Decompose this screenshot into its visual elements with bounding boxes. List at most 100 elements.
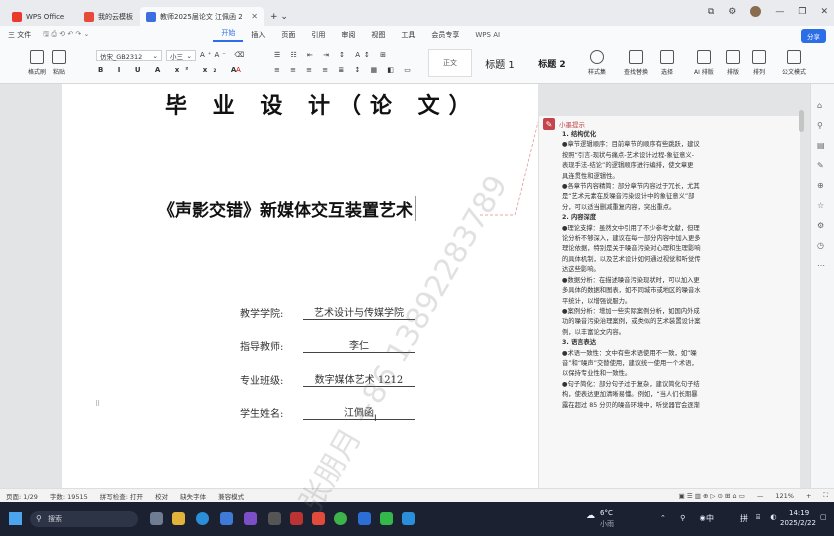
font-color-icon[interactable]: A — [236, 66, 241, 74]
font-size-grow-shrink[interactable]: A⁺A⁻ ⌫ — [200, 51, 247, 59]
sidebar-tool-icons[interactable]: ⌂ ⚲ ▤ ✎ ⊕ ☆ ⚙ ◷ ⋯ — [817, 96, 825, 276]
list-buttons[interactable]: ☰ ☷ ⇤ ⇥ ↕ A↕ ⊞ — [274, 51, 390, 59]
field-value-student[interactable]: 江佩函 — [303, 404, 415, 420]
tray-icons[interactable]: ⌃ ⚲ ◉ — [660, 514, 712, 522]
search-icon — [629, 50, 643, 64]
cursor-icon — [660, 50, 674, 64]
wps-taskbar-icon[interactable] — [312, 512, 325, 525]
proofread-button[interactable]: 校对 — [149, 491, 174, 501]
select-button[interactable]: 选择 — [660, 50, 674, 76]
edge-icon[interactable] — [196, 512, 209, 525]
chrome-icon[interactable] — [334, 512, 347, 525]
menu-item-tools[interactable]: 工具 — [393, 30, 423, 40]
vertical-scrollbar[interactable] — [799, 110, 804, 132]
page-indicator[interactable]: 页面: 1/29 — [0, 491, 44, 501]
style-heading-1[interactable]: 标题 1 — [476, 49, 524, 77]
menu-item-view[interactable]: 视图 — [363, 30, 393, 40]
clock-time[interactable]: 14:19 — [789, 509, 809, 517]
zoom-out-button[interactable]: — — [751, 492, 770, 500]
font-name-select[interactable]: 仿宋_GB2312 ⌄ — [96, 50, 162, 61]
writer-doc-icon — [146, 11, 156, 22]
menu-item-review[interactable]: 审阅 — [333, 30, 363, 40]
zoom-in-button[interactable]: + — [800, 492, 817, 500]
spell-check-status[interactable]: 拼写检查: 打开 — [94, 491, 149, 501]
tab-wps-office[interactable]: WPS Office — [6, 7, 70, 26]
close-tab-icon[interactable]: ✕ — [251, 12, 258, 21]
comment-line: ●各章节内容精简：部分章节内容过于冗长，尤其 — [562, 183, 700, 191]
windows-start-icon[interactable] — [9, 512, 22, 525]
missing-font-button[interactable]: 缺失字体 — [174, 491, 212, 501]
app-icon-2[interactable] — [268, 512, 281, 525]
taskbar-search[interactable]: ⚲ 搜索 — [30, 511, 138, 527]
ime-indicator[interactable]: 中 — [706, 513, 714, 524]
file-menu[interactable]: 三 文件 — [0, 30, 39, 40]
notification-icon[interactable]: ▢ — [820, 513, 827, 521]
menu-item-references[interactable]: 引用 — [303, 30, 333, 40]
app-icon-3[interactable] — [290, 512, 303, 525]
find-replace-button[interactable]: 查找替换 — [624, 50, 648, 76]
app-icon-5[interactable] — [402, 512, 415, 525]
view-mode-icons[interactable]: ▣ ☰ ▥ ⊕ ▷ ⊙ ⊞ ⌂ ▭ — [673, 492, 751, 500]
app-icon-4[interactable] — [358, 512, 371, 525]
styles-set-button[interactable]: 样式集 — [588, 50, 606, 76]
network-volume-icons[interactable]: ⌸ ◐ — [756, 513, 781, 522]
field-label-college: 教学学院: — [240, 309, 284, 320]
chevron-down-icon: ⌄ — [186, 51, 192, 60]
menu-item-member[interactable]: 会员专享 — [423, 30, 467, 40]
font-size-select[interactable]: 小三 ⌄ — [166, 50, 196, 61]
fit-page-icon[interactable]: ⛶ — [817, 491, 834, 500]
layout-button[interactable]: 排版 — [726, 50, 740, 76]
document-page[interactable] — [62, 84, 538, 488]
comment-line: 功的噪音污染治理案例，或类似的艺术装置设计案 — [562, 318, 701, 326]
task-view-icon[interactable] — [150, 512, 163, 525]
comment-header: ✎ 小墨提示 — [543, 118, 585, 130]
zoom-level[interactable]: 121% — [769, 492, 800, 500]
field-value-class[interactable]: 数字媒体艺术 1212 — [303, 371, 415, 387]
field-value-advisor[interactable]: 李仁 — [303, 337, 415, 353]
comment-body[interactable]: 1. 结构优化 ●章节逻辑顺序：目前章节的顺序有些跳跃，建议 按照“引言-现状与痛点… — [562, 130, 798, 411]
brush-icon — [30, 50, 44, 64]
tab-document[interactable]: 教师2025届论文 江佩函 21 (教.. ✕ — [140, 7, 264, 26]
wechat-icon[interactable] — [380, 512, 393, 525]
comment-line: 按照“引言-现状与痛点-艺术设计过程-象征意义- — [562, 151, 694, 159]
maximize-button[interactable]: ❐ — [798, 7, 806, 17]
weather-desc: 小雨 — [600, 520, 614, 528]
official-doc-mode-button[interactable]: 公文模式 — [782, 50, 806, 76]
restore-tabs-icon[interactable]: ⧉ — [708, 7, 714, 17]
comment-line: 分，可以适当删减重复内容，突出重点。 — [562, 203, 676, 211]
tab-cloud-templates[interactable]: 我的云模板 — [78, 7, 139, 26]
menu-item-page[interactable]: 页面 — [273, 30, 303, 40]
ime-mode[interactable]: 拼 — [740, 513, 748, 524]
word-count[interactable]: 字数: 19515 — [44, 491, 94, 501]
tab-label: 教师2025届论文 江佩函 21 (教.. — [160, 12, 243, 21]
format-painter-button[interactable]: 格式刷 — [28, 50, 46, 76]
menu-item-insert[interactable]: 插入 — [243, 30, 273, 40]
arrange-button[interactable]: 排列 — [752, 50, 766, 76]
drag-handle-icon[interactable]: ⠿ — [95, 400, 100, 408]
minimize-button[interactable]: — — [775, 7, 784, 17]
share-button[interactable]: 分享 — [801, 29, 826, 43]
store-icon[interactable] — [220, 512, 233, 525]
comment-line: 音”和“噪声”交替使用，建议统一使用一个术语， — [562, 359, 698, 367]
font-format-buttons[interactable]: B I U A x² x₂ A — [98, 66, 242, 74]
document-icon — [787, 50, 801, 64]
tab-bar: WPS Office 我的云模板 教师2025届论文 江佩函 21 (教.. ✕… — [0, 0, 834, 26]
file-explorer-icon[interactable] — [172, 512, 185, 525]
paste-button[interactable]: 粘贴 — [52, 50, 66, 76]
app-icon[interactable] — [244, 512, 257, 525]
ai-layout-button[interactable]: AI 排版 — [694, 50, 714, 76]
weather-temp[interactable]: 6°C — [600, 509, 613, 517]
menu-item-start[interactable]: 开始 — [213, 28, 244, 42]
wps-ai-button[interactable]: WPS AI — [467, 31, 508, 39]
quick-access-icons[interactable]: 🖫 ⎙ ⟲ ↶ ↷ ⌄ — [39, 30, 93, 41]
settings-icon[interactable]: ⚙ — [728, 7, 736, 17]
new-tab-button[interactable]: + ⌄ — [270, 12, 288, 22]
style-heading-2[interactable]: 标题 2 — [528, 49, 576, 77]
close-window-button[interactable]: ✕ — [820, 7, 828, 17]
comment-line: 露在超过 85 分贝的噪音环境中，听觉器官会逐渐 — [562, 401, 700, 409]
avatar[interactable] — [750, 6, 762, 17]
field-value-college[interactable]: 艺术设计与传媒学院 — [303, 304, 415, 320]
style-normal[interactable]: 正文 — [428, 49, 472, 77]
paragraph-align-buttons[interactable]: ≡ ≡ ≡ ≡ ≣ ↕ ▦ ◧ ▭ — [274, 66, 415, 74]
window-controls: ⧉ ⚙ — ❐ ✕ — [708, 6, 828, 17]
